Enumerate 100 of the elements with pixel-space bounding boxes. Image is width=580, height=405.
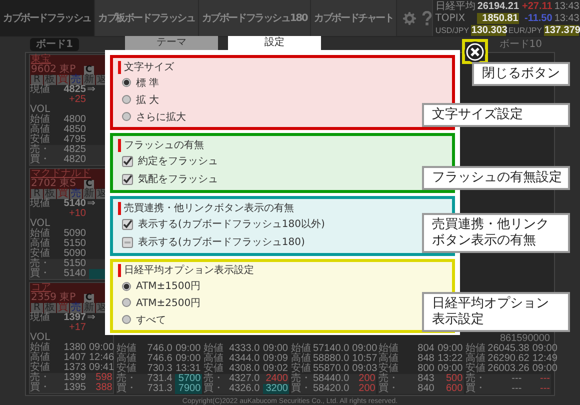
option-label[interactable]: 拡 大 <box>136 92 160 106</box>
price-cell-text: 840 <box>416 384 434 394</box>
checkbox[interactable] <box>122 174 133 185</box>
option-label[interactable]: ATM±1500円 <box>136 279 201 294</box>
option-label[interactable]: 標 準 <box>136 76 160 90</box>
option-label[interactable]: ATM±2500円 <box>136 296 201 310</box>
nav-tab[interactable]: カブボードチャート <box>311 0 398 36</box>
price-cell-text: --- <box>510 384 522 394</box>
nav-tab[interactable]: カブ板ボードフラッシュ <box>95 0 199 36</box>
chart-button[interactable]: C <box>84 180 94 188</box>
volume-cell-text: 861590000 <box>498 334 551 344</box>
price-cell-text: 804 <box>416 344 434 354</box>
price-cell: 55870.0 <box>313 364 350 374</box>
row-label: 買・ <box>204 384 225 394</box>
row-label: 高値 <box>30 353 51 363</box>
price-cell-text: 843 <box>416 374 434 384</box>
index-value: 26194.21 <box>477 0 520 12</box>
section-title: フラッシュの有無 <box>118 138 204 152</box>
price-cell-text: 4308.0 <box>228 364 260 374</box>
order-button[interactable]: 新 <box>83 75 95 85</box>
radio-button[interactable] <box>122 282 131 291</box>
dialog-tab[interactable]: テーマ <box>125 36 218 50</box>
quantity-cell-text: 500 <box>444 374 464 384</box>
row-label: 売・ <box>30 145 51 155</box>
index-name: TOPIX <box>435 12 466 24</box>
row-label: 現値 <box>30 85 51 95</box>
currency-name: EUR/JPY <box>508 24 542 36</box>
option-label[interactable]: すべて <box>136 312 166 327</box>
price-cell-text: 4333.0 <box>228 344 260 354</box>
stock-code: 2702 東S <box>31 179 76 189</box>
row-label: 現値 <box>30 313 51 323</box>
row-label: 売・ <box>291 374 312 384</box>
price-cell: 26045.38 <box>488 344 530 354</box>
option-label[interactable]: 約定をフラッシュ <box>138 154 218 168</box>
time-cell: 09:00 <box>532 364 558 374</box>
time-cell: 13:31 <box>175 364 202 374</box>
order-button[interactable]: 新 <box>83 303 95 313</box>
chart-button[interactable]: C <box>84 294 94 302</box>
quantity-cell-text: 200 <box>358 374 376 384</box>
row-label: 売・ <box>204 374 225 384</box>
quantity-cell-text: --- <box>539 384 551 394</box>
radio-button[interactable] <box>122 95 131 104</box>
price-cell-text: 5140 <box>62 269 86 279</box>
radio-button[interactable] <box>122 78 131 87</box>
rate-value: 130.303 <box>471 24 506 36</box>
row-label: 買・ <box>378 384 400 394</box>
option-label[interactable]: 表示する(カブボードフラッシュ180以外) <box>138 217 325 232</box>
settings-icon[interactable] <box>403 12 416 24</box>
row-label: 買・ <box>30 155 51 165</box>
price-cell-text: --- <box>510 374 522 384</box>
price-cell: 58420.0 <box>313 384 350 394</box>
order-button[interactable]: 買 <box>57 189 69 199</box>
row-label: 安値 <box>378 364 400 374</box>
price-cell-text: 1373 <box>62 363 86 373</box>
stock-code: 2359 東P <box>31 293 76 303</box>
option-label[interactable]: 気配をフラッシュ <box>138 172 218 186</box>
order-button[interactable]: 買 <box>57 75 69 85</box>
price-cell: 26003.26 <box>488 364 530 374</box>
help-icon[interactable] <box>422 10 432 26</box>
row-label: 始値 <box>466 344 487 354</box>
row-label: 高値 <box>30 239 51 249</box>
section-title: 売買連携・他リンクボタン表示の有無 <box>118 202 294 215</box>
dialog-tab[interactable]: 設定 <box>228 36 321 50</box>
board-tab[interactable]: ボード1 <box>30 38 79 51</box>
board-tab[interactable]: ボード10 <box>493 38 548 51</box>
order-button[interactable]: 売 <box>70 303 82 313</box>
close-button[interactable] <box>464 41 486 63</box>
price-cell-text: 5090 <box>62 249 86 259</box>
checkbox[interactable] <box>122 236 133 248</box>
price-cell-text: 4825 <box>62 145 86 155</box>
price-cell-text: 731.3 <box>146 384 172 394</box>
quantity-cell: 5700 <box>175 374 202 384</box>
checkbox[interactable] <box>122 156 133 167</box>
radio-button[interactable] <box>122 112 131 121</box>
checkbox[interactable] <box>122 218 133 230</box>
row-label: 高値 <box>30 125 51 135</box>
order-button[interactable]: 売 <box>70 75 82 85</box>
price-cell-text: 1399 <box>62 373 86 383</box>
row-label: 高値 <box>466 354 487 364</box>
nav-tab[interactable]: カブボードフラッシュ <box>0 0 96 36</box>
order-button[interactable]: 新 <box>83 189 95 199</box>
radio-button[interactable] <box>122 315 131 324</box>
price-cell-text: 5150 <box>62 239 86 249</box>
nav-tab[interactable]: カブボードフラッシュ180 <box>198 0 312 36</box>
order-button[interactable]: 買 <box>57 303 69 313</box>
row-label: VOL <box>30 333 52 343</box>
row-label: 始値 <box>116 344 138 354</box>
row-label: 安値 <box>116 364 138 374</box>
price-cell-text: 746.0 <box>146 344 172 354</box>
stock-code: 9602 東P <box>31 65 76 75</box>
price-cell-text: 731.4 <box>146 374 172 384</box>
chart-button[interactable]: C <box>84 66 94 74</box>
order-button[interactable]: 売 <box>70 189 82 199</box>
change-cell-text: +17 <box>68 323 86 333</box>
time-cell: 12:49 <box>532 354 558 364</box>
quantity-cell-text: 2400 <box>264 374 289 384</box>
radio-button[interactable] <box>122 298 131 308</box>
option-label[interactable]: 表示する(カブボードフラッシュ180) <box>138 235 305 250</box>
option-label[interactable]: さらに拡大 <box>136 110 186 124</box>
row-label: 始値 <box>30 115 51 125</box>
